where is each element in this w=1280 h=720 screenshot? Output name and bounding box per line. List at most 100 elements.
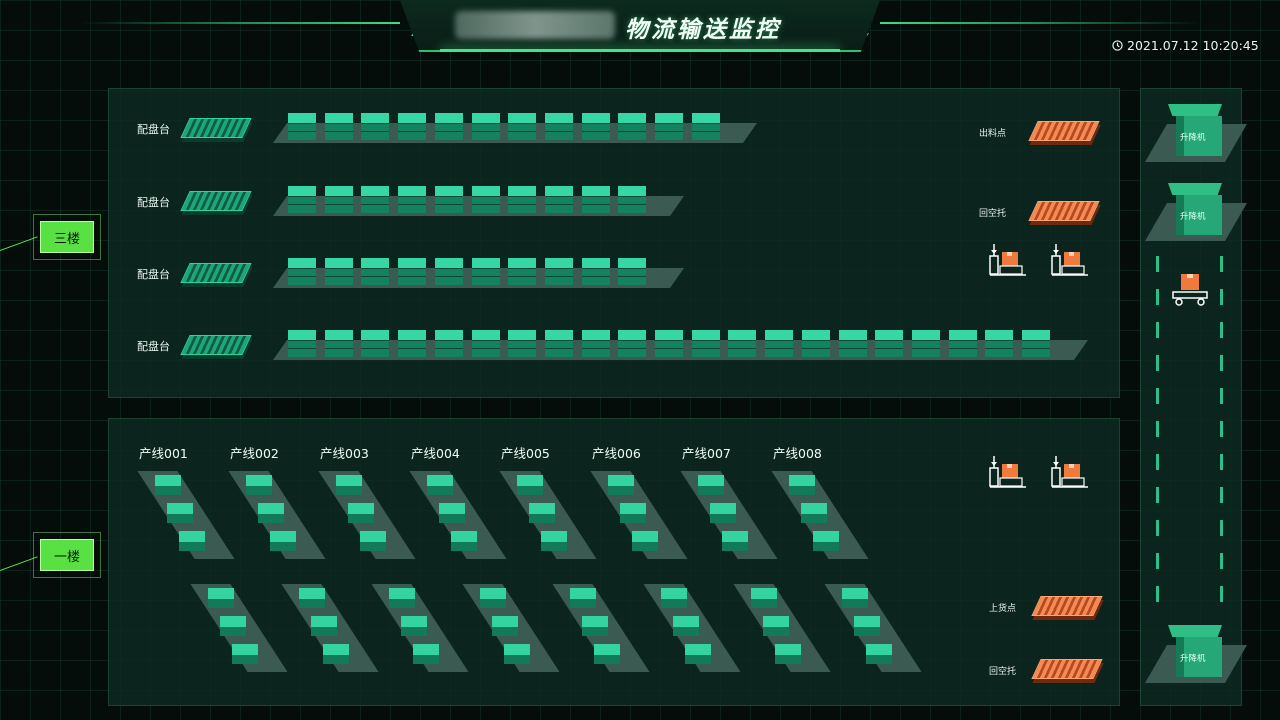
- conveyor-bin[interactable]: [434, 330, 463, 357]
- line-bin[interactable]: [842, 588, 868, 608]
- line-bin[interactable]: [439, 503, 465, 523]
- conveyor-bin[interactable]: [544, 258, 573, 285]
- line-bin[interactable]: [401, 616, 427, 636]
- lift-unit[interactable]: 升降机: [1145, 104, 1247, 164]
- line-bin[interactable]: [504, 644, 530, 664]
- line-bin[interactable]: [722, 531, 748, 551]
- conveyor-bin[interactable]: [985, 330, 1014, 357]
- line-bin[interactable]: [389, 588, 415, 608]
- conveyor-bin[interactable]: [581, 258, 610, 285]
- conveyor-bin[interactable]: [544, 113, 573, 140]
- palletizer-robot-icon[interactable]: [1050, 242, 1090, 278]
- line-bin[interactable]: [155, 475, 181, 495]
- conveyor-bin[interactable]: [398, 330, 427, 357]
- conveyor-bin[interactable]: [801, 330, 830, 357]
- line-bin[interactable]: [517, 475, 543, 495]
- conveyor-bin[interactable]: [508, 258, 537, 285]
- line-bin[interactable]: [529, 503, 555, 523]
- line-bin[interactable]: [480, 588, 506, 608]
- conveyor-bin[interactable]: [1022, 330, 1050, 357]
- line-bin[interactable]: [208, 588, 234, 608]
- conveyor-bin[interactable]: [765, 330, 794, 357]
- conveyor-bin[interactable]: [434, 258, 463, 285]
- line-bin[interactable]: [270, 531, 296, 551]
- conveyor-bin[interactable]: [838, 330, 867, 357]
- conveyor-bin[interactable]: [361, 330, 390, 357]
- line-bin[interactable]: [541, 531, 567, 551]
- conveyor-bin[interactable]: [508, 186, 537, 213]
- conveyor-bin[interactable]: [398, 186, 427, 213]
- palletizer-robot-icon[interactable]: [988, 242, 1028, 278]
- conveyor-bin[interactable]: [618, 113, 647, 140]
- conveyor-bin[interactable]: [471, 258, 500, 285]
- staging-pallet[interactable]: [180, 263, 252, 283]
- floor-tag-1[interactable]: 一楼: [33, 532, 101, 578]
- palletizer-robot-icon[interactable]: [988, 454, 1028, 490]
- line-bin[interactable]: [258, 503, 284, 523]
- line-bin[interactable]: [220, 616, 246, 636]
- conveyor-bin[interactable]: [618, 330, 647, 357]
- line-bin[interactable]: [323, 644, 349, 664]
- conveyor-bin[interactable]: [324, 113, 353, 140]
- conveyor-bin[interactable]: [471, 186, 500, 213]
- line-bin[interactable]: [451, 531, 477, 551]
- line-bin[interactable]: [763, 616, 789, 636]
- line-bin[interactable]: [179, 531, 205, 551]
- line-bin[interactable]: [427, 475, 453, 495]
- line-bin[interactable]: [673, 616, 699, 636]
- line-bin[interactable]: [751, 588, 777, 608]
- line-bin[interactable]: [698, 475, 724, 495]
- conveyor-bin[interactable]: [288, 113, 316, 140]
- station-pallet[interactable]: [1031, 596, 1103, 616]
- conveyor-bin[interactable]: [581, 186, 610, 213]
- conveyor-bin[interactable]: [434, 186, 463, 213]
- line-bin[interactable]: [311, 616, 337, 636]
- line-bin[interactable]: [801, 503, 827, 523]
- conveyor-bin[interactable]: [508, 330, 537, 357]
- staging-pallet[interactable]: [180, 335, 252, 355]
- line-bin[interactable]: [413, 644, 439, 664]
- conveyor-bin[interactable]: [618, 186, 647, 213]
- station-pallet[interactable]: [1028, 121, 1100, 141]
- staging-pallet[interactable]: [180, 118, 252, 138]
- line-bin[interactable]: [348, 503, 374, 523]
- conveyor-bin[interactable]: [288, 330, 316, 357]
- conveyor-bin[interactable]: [655, 330, 683, 357]
- line-bin[interactable]: [594, 644, 620, 664]
- conveyor-bin[interactable]: [508, 113, 537, 140]
- station-pallet[interactable]: [1028, 201, 1100, 221]
- line-bin[interactable]: [232, 644, 258, 664]
- floor-tag-3[interactable]: 三楼: [33, 214, 101, 260]
- station-pallet[interactable]: [1031, 659, 1103, 679]
- conveyor-bin[interactable]: [361, 186, 390, 213]
- conveyor-bin[interactable]: [398, 258, 427, 285]
- line-bin[interactable]: [632, 531, 658, 551]
- conveyor-bin[interactable]: [324, 258, 353, 285]
- conveyor-bin[interactable]: [434, 113, 463, 140]
- line-bin[interactable]: [661, 588, 687, 608]
- conveyor-bin[interactable]: [324, 186, 353, 213]
- line-bin[interactable]: [789, 475, 815, 495]
- line-bin[interactable]: [685, 644, 711, 664]
- line-bin[interactable]: [360, 531, 386, 551]
- conveyor-bin[interactable]: [288, 258, 316, 285]
- conveyor-bin[interactable]: [471, 330, 500, 357]
- conveyor-bin[interactable]: [544, 186, 573, 213]
- line-bin[interactable]: [620, 503, 646, 523]
- conveyor-bin[interactable]: [324, 330, 353, 357]
- line-bin[interactable]: [854, 616, 880, 636]
- conveyor-bin[interactable]: [655, 113, 683, 140]
- conveyor-bin[interactable]: [875, 330, 904, 357]
- conveyor-bin[interactable]: [948, 330, 977, 357]
- conveyor-bin[interactable]: [288, 186, 316, 213]
- conveyor-bin[interactable]: [728, 330, 757, 357]
- conveyor-bin[interactable]: [618, 258, 647, 285]
- line-bin[interactable]: [813, 531, 839, 551]
- lift-unit[interactable]: 升降机: [1145, 625, 1247, 685]
- line-bin[interactable]: [570, 588, 596, 608]
- line-bin[interactable]: [582, 616, 608, 636]
- line-bin[interactable]: [167, 503, 193, 523]
- line-bin[interactable]: [775, 644, 801, 664]
- conveyor-bin[interactable]: [581, 113, 610, 140]
- line-bin[interactable]: [336, 475, 362, 495]
